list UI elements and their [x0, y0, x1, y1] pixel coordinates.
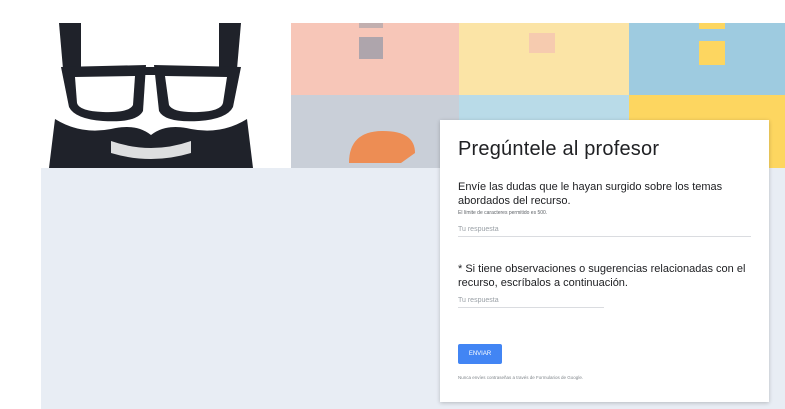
footer-note: Nunca envíes contraseñas a través de For… — [458, 375, 584, 380]
question-1-answer-input[interactable] — [458, 226, 751, 237]
submit-button[interactable]: ENVIAR — [458, 344, 502, 364]
bearded-face-with-glasses-icon — [49, 23, 253, 168]
form-card: Pregúntele al profesor Envíe las dudas q… — [440, 120, 769, 402]
question-1-label: Envíe las dudas que le hayan surgido sob… — [458, 181, 723, 207]
form-title: Pregúntele al profesor — [458, 138, 660, 160]
question-2-answer-input[interactable] — [458, 297, 604, 308]
question-2-label: * Si tiene observaciones o sugerencias r… — [458, 263, 746, 289]
question-1-hint: El límite de caracteres permitido es 500… — [458, 210, 548, 216]
